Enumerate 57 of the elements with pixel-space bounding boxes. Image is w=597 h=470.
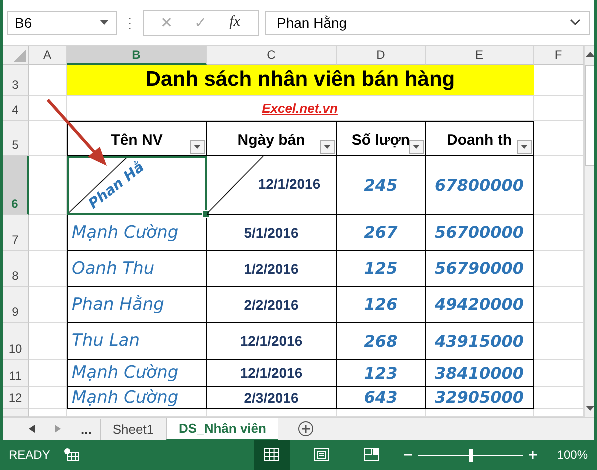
column-header[interactable]: C xyxy=(207,46,337,65)
date-cell: 12/1/2016 xyxy=(207,323,337,360)
quantity-cell: 267 xyxy=(337,215,426,251)
column-heading: Số lượn xyxy=(352,132,410,149)
name-cell: Phan Hằng xyxy=(67,287,207,323)
insert-function-button[interactable]: fx xyxy=(218,14,252,31)
column-heading: Ngày bán xyxy=(238,132,306,149)
row-header[interactable]: 9 xyxy=(3,287,29,323)
row-header[interactable]: 4 xyxy=(3,96,29,121)
quantity-cell: 123 xyxy=(337,360,426,387)
status-text: READY xyxy=(9,448,50,462)
revenue-cell: 56790000 xyxy=(426,251,534,287)
column-heading: Tên NV xyxy=(111,132,163,149)
column-heading: Doanh th xyxy=(447,132,512,149)
revenue-cell: 43915000 xyxy=(426,323,534,360)
date-cell: 1/2/2016 xyxy=(207,251,337,287)
column-header[interactable]: D xyxy=(337,46,426,65)
revenue-cell: 38410000 xyxy=(426,360,534,387)
column-header[interactable]: E xyxy=(426,46,534,65)
revenue-cell: 56700000 xyxy=(426,215,534,251)
date-cell: 12/1/2016 xyxy=(207,360,337,387)
row-header[interactable]: 10 xyxy=(3,323,29,360)
name-cell: Mạnh Cường xyxy=(67,360,207,387)
revenue-cell: 67800000 xyxy=(426,156,534,215)
quantity-cell: 268 xyxy=(337,323,426,360)
row-header[interactable]: 8 xyxy=(3,251,29,287)
name-cell: Oanh Thu xyxy=(67,251,207,287)
column-header[interactable]: B xyxy=(67,46,207,65)
date-cell: 2/3/2016 xyxy=(207,387,337,409)
website-link[interactable]: Excel.net.vn xyxy=(262,100,338,116)
formula-field[interactable]: Phan Hằng xyxy=(265,10,590,34)
quantity-cell: 126 xyxy=(337,287,426,323)
column-header[interactable]: A xyxy=(29,46,67,65)
row-header[interactable]: 7 xyxy=(3,215,29,251)
date-text: 12/1/2016 xyxy=(258,176,321,192)
row-header[interactable]: 6 xyxy=(3,156,29,215)
name-cell: Mạnh Cường xyxy=(67,387,207,409)
date-cell: 2/2/2016 xyxy=(207,287,337,323)
column-header[interactable]: F xyxy=(534,46,584,65)
more-sheets-button[interactable]: ... xyxy=(81,422,92,436)
row-header[interactable]: 3 xyxy=(3,65,29,96)
row-header[interactable]: 5 xyxy=(3,121,29,156)
date-cell: 5/1/2016 xyxy=(207,215,337,251)
revenue-cell: 49420000 xyxy=(426,287,534,323)
name-cell: Mạnh Cường xyxy=(67,215,207,251)
name-box[interactable]: B6 xyxy=(7,10,117,34)
row-header[interactable]: 12 xyxy=(3,387,29,409)
quantity-cell: 125 xyxy=(337,251,426,287)
sheet-tab[interactable]: DS_Nhân viên xyxy=(166,418,278,440)
sheet-title: Danh sách nhân viên bán hàng xyxy=(67,65,534,96)
revenue-cell: 32905000 xyxy=(426,387,534,409)
row-header[interactable]: 11 xyxy=(3,360,29,387)
zoom-level[interactable]: 100% xyxy=(557,448,588,462)
more-options[interactable]: ⋮ xyxy=(123,14,137,30)
quantity-cell: 245 xyxy=(337,156,426,215)
quantity-cell: 643 xyxy=(337,387,426,409)
name-cell: Thu Lan xyxy=(67,323,207,360)
